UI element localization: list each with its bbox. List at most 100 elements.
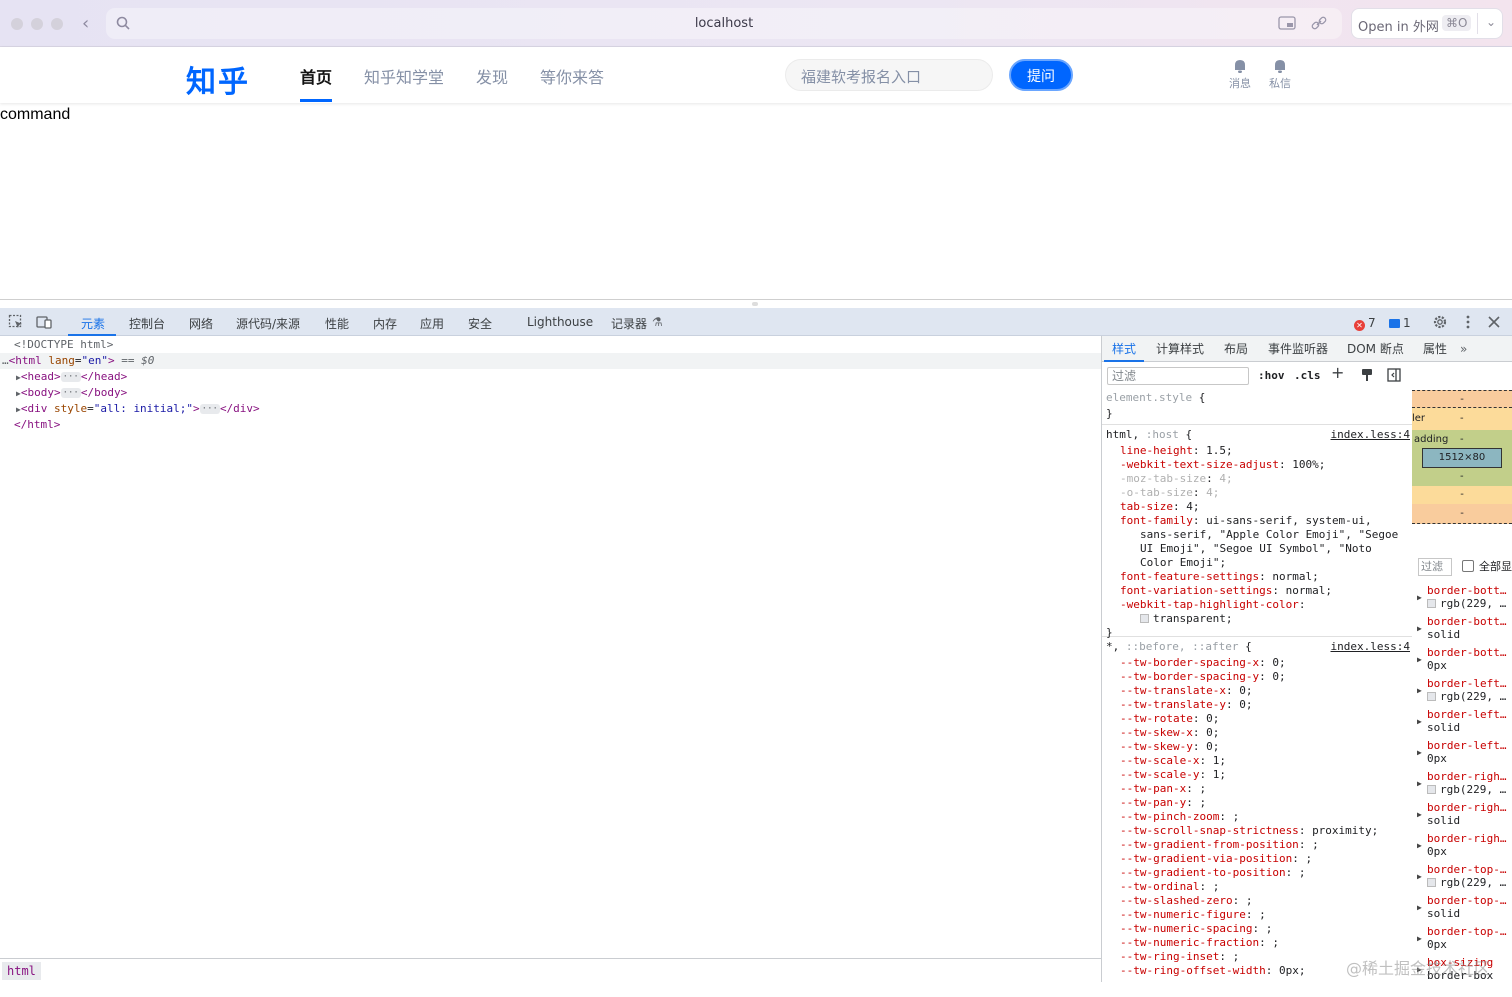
- message-counter[interactable]: 1: [1389, 316, 1411, 330]
- expand-arrow-icon[interactable]: ▶: [1417, 870, 1422, 883]
- tab-memory[interactable]: 内存: [373, 315, 397, 332]
- computed-property[interactable]: ▶ border-bott… solid: [1412, 615, 1512, 645]
- picture-in-picture-icon[interactable]: [1278, 15, 1296, 31]
- close-devtools-icon[interactable]: [1486, 314, 1502, 330]
- style-declaration[interactable]: --tw-numeric-figure: ;: [1120, 908, 1266, 922]
- style-declaration[interactable]: --tw-ring-offset-width: 0px;: [1120, 964, 1305, 978]
- style-declaration[interactable]: --tw-border-spacing-x: 0;: [1120, 656, 1286, 670]
- expand-arrow-icon[interactable]: ▶: [1417, 932, 1422, 945]
- class-toggle[interactable]: .cls: [1294, 369, 1321, 383]
- open-in-button[interactable]: Open in 外网 ⌘O ⌄: [1351, 8, 1503, 39]
- link-icon[interactable]: [1310, 15, 1328, 31]
- messages-button[interactable]: 消息: [1225, 58, 1255, 91]
- tab-performance[interactable]: 性能: [325, 315, 349, 332]
- zhihu-logo[interactable]: 知乎: [186, 57, 250, 101]
- nav-home[interactable]: 首页: [300, 64, 332, 88]
- style-declaration[interactable]: sans-serif, "Apple Color Emoji", "Segoe: [1140, 528, 1398, 542]
- show-all-checkbox[interactable]: [1462, 560, 1474, 572]
- style-declaration[interactable]: --tw-translate-x: 0;: [1120, 684, 1252, 698]
- computed-property[interactable]: ▶ border-righ… 0px: [1412, 832, 1512, 862]
- tab-styles[interactable]: 样式: [1112, 342, 1136, 356]
- color-swatch[interactable]: [1427, 878, 1436, 887]
- color-swatch[interactable]: [1140, 614, 1149, 623]
- color-swatch[interactable]: [1427, 599, 1436, 608]
- error-counter[interactable]: ✕ 7: [1354, 316, 1376, 331]
- tab-lighthouse[interactable]: Lighthouse: [527, 315, 593, 329]
- device-toolbar-icon[interactable]: [36, 314, 52, 330]
- html-node[interactable]: …<html lang="en"> == $0: [2, 353, 154, 369]
- box-content[interactable]: 1512×80: [1422, 448, 1502, 468]
- style-declaration[interactable]: Color Emoji";: [1140, 556, 1226, 570]
- computed-property[interactable]: ▶ border-bott… 0px: [1412, 646, 1512, 676]
- style-declaration[interactable]: --tw-gradient-to-position: ;: [1120, 866, 1305, 880]
- settings-gear-icon[interactable]: [1432, 314, 1448, 330]
- style-declaration[interactable]: transparent;: [1140, 612, 1232, 626]
- style-declaration[interactable]: --tw-border-spacing-y: 0;: [1120, 670, 1286, 684]
- style-declaration[interactable]: -moz-tab-size: 4;: [1120, 472, 1233, 486]
- expand-arrow-icon[interactable]: ▶: [1417, 839, 1422, 852]
- style-declaration[interactable]: UI Emoji", "Segoe UI Symbol", "Noto: [1140, 542, 1372, 556]
- tab-security[interactable]: 安全: [468, 315, 492, 332]
- style-declaration[interactable]: --tw-ordinal: ;: [1120, 880, 1219, 894]
- chevron-down-icon[interactable]: ⌄: [1486, 15, 1496, 29]
- style-declaration[interactable]: -webkit-text-size-adjust: 100%;: [1120, 458, 1325, 472]
- rule-source-link[interactable]: index.less:4: [1331, 640, 1410, 654]
- expand-arrow-icon[interactable]: ▶: [1417, 746, 1422, 759]
- style-declaration[interactable]: font-variation-settings: normal;: [1120, 584, 1332, 598]
- doctype-node[interactable]: <!DOCTYPE html>: [14, 337, 113, 353]
- style-declaration[interactable]: --tw-numeric-fraction: ;: [1120, 936, 1279, 950]
- computed-property[interactable]: ▶ border-left… solid: [1412, 708, 1512, 738]
- expand-arrow-icon[interactable]: ▶: [1417, 591, 1422, 604]
- tab-elements[interactable]: 元素: [81, 315, 105, 332]
- color-swatch[interactable]: [1427, 785, 1436, 794]
- tab-sources[interactable]: 源代码/来源: [236, 315, 300, 332]
- color-swatch[interactable]: [1427, 692, 1436, 701]
- computed-property[interactable]: ▶ border-righ… rgb(229, …: [1412, 770, 1512, 800]
- back-button[interactable]: ‹: [82, 13, 89, 34]
- nav-discover[interactable]: 发现: [476, 64, 508, 88]
- expand-arrow-icon[interactable]: ▶: [1417, 715, 1422, 728]
- computed-property[interactable]: ▶ border-righ… solid: [1412, 801, 1512, 831]
- style-declaration[interactable]: --tw-pan-x: ;: [1120, 782, 1206, 796]
- style-declaration[interactable]: --tw-skew-x: 0;: [1120, 726, 1219, 740]
- style-declaration[interactable]: --tw-slashed-zero: ;: [1120, 894, 1252, 908]
- tab-dom-breakpoints[interactable]: DOM 断点: [1347, 342, 1404, 356]
- style-declaration[interactable]: --tw-scale-y: 1;: [1120, 768, 1226, 782]
- devtools-resize-handle[interactable]: [0, 299, 1512, 308]
- style-declaration[interactable]: --tw-ring-inset: ;: [1120, 950, 1239, 964]
- nav-waiting-answers[interactable]: 等你来答: [540, 64, 604, 88]
- element-style-rule[interactable]: element.style { }: [1102, 388, 1412, 425]
- close-window-button[interactable]: [11, 18, 23, 30]
- computed-property[interactable]: ▶ border-left… 0px: [1412, 739, 1512, 769]
- tab-event-listeners[interactable]: 事件监听器: [1268, 342, 1328, 356]
- style-declaration[interactable]: --tw-numeric-spacing: ;: [1120, 922, 1272, 936]
- style-declaration[interactable]: --tw-translate-y: 0;: [1120, 698, 1252, 712]
- body-node[interactable]: ▶<body> ··· </body>: [16, 385, 127, 402]
- expand-arrow-icon[interactable]: ▶: [1417, 901, 1422, 914]
- tab-computed[interactable]: 计算样式: [1156, 342, 1204, 356]
- style-declaration[interactable]: --tw-gradient-via-position: ;: [1120, 852, 1312, 866]
- breadcrumb-html[interactable]: html: [2, 962, 41, 980]
- style-declaration[interactable]: -webkit-tap-highlight-color:: [1120, 598, 1312, 612]
- expand-arrow-icon[interactable]: ▶: [1417, 622, 1422, 635]
- new-rule-icon[interactable]: +: [1331, 365, 1344, 381]
- computed-property[interactable]: ▶ border-top-… solid: [1412, 894, 1512, 924]
- style-declaration[interactable]: font-feature-settings: normal;: [1120, 570, 1319, 584]
- style-declaration[interactable]: --tw-pan-y: ;: [1120, 796, 1206, 810]
- box-padding[interactable]: adding - 1512×80 -: [1412, 430, 1512, 486]
- hover-state-toggle[interactable]: :hov: [1258, 369, 1285, 383]
- zoom-window-button[interactable]: [51, 18, 63, 30]
- tab-properties[interactable]: 属性: [1423, 342, 1447, 356]
- expand-arrow-icon[interactable]: ▶: [1417, 653, 1422, 666]
- paint-brush-icon[interactable]: [1360, 368, 1374, 382]
- more-tabs-icon[interactable]: »: [1460, 342, 1467, 356]
- style-declaration[interactable]: --tw-gradient-from-position: ;: [1120, 838, 1319, 852]
- computed-property[interactable]: ▶ border-top-… rgb(229, …: [1412, 863, 1512, 893]
- style-declaration[interactable]: --tw-skew-y: 0;: [1120, 740, 1219, 754]
- html-close-node[interactable]: </html>: [14, 417, 60, 433]
- style-declaration[interactable]: --tw-rotate: 0;: [1120, 712, 1219, 726]
- nav-zhixuetang[interactable]: 知乎知学堂: [364, 64, 444, 88]
- box-border-bottom[interactable]: -: [1412, 486, 1512, 504]
- style-declaration[interactable]: --tw-scale-x: 1;: [1120, 754, 1226, 768]
- private-messages-button[interactable]: 私信: [1265, 58, 1295, 91]
